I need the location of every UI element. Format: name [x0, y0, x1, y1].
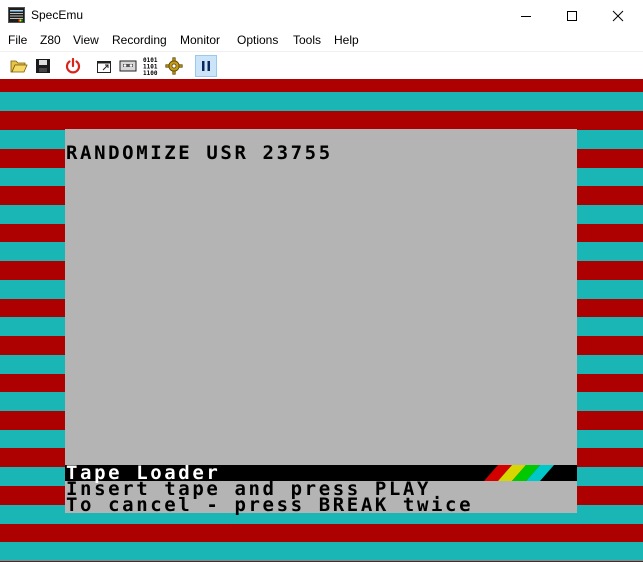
save-button[interactable] [32, 55, 54, 77]
app-icon [8, 7, 25, 23]
menu-options[interactable]: Options [237, 33, 278, 47]
power-icon [65, 57, 81, 74]
toolbar: 0101 1101 1100 [0, 51, 643, 80]
emulator-screen[interactable]: RANDOMIZE USR 23755 Tape Loader Insert t… [0, 79, 643, 562]
resize-window-icon [97, 61, 111, 73]
menu-view[interactable]: View [73, 33, 99, 47]
title-bar: SpecEmu [0, 0, 643, 31]
tape-button[interactable] [117, 55, 139, 77]
pause-icon [202, 61, 210, 71]
border-stripe [0, 111, 643, 130]
menu-z80[interactable]: Z80 [40, 33, 61, 47]
screen-paper [65, 129, 577, 513]
cancel-message: To cancel - press BREAK twice [66, 494, 474, 516]
minimize-icon [521, 15, 531, 17]
pause-button[interactable] [195, 55, 217, 77]
border-stripe [0, 79, 643, 92]
close-button[interactable] [595, 0, 641, 31]
settings-button[interactable] [163, 55, 185, 77]
command-line: RANDOMIZE USR 23755 [66, 142, 333, 164]
power-button[interactable] [62, 55, 84, 77]
menu-file[interactable]: File [8, 33, 27, 47]
menu-monitor[interactable]: Monitor [180, 33, 220, 47]
menu-tools[interactable]: Tools [293, 33, 321, 47]
minimize-button[interactable] [503, 0, 549, 31]
save-icon [36, 59, 50, 73]
resize-button[interactable] [93, 55, 115, 77]
tape-icon [119, 60, 137, 72]
maximize-button[interactable] [549, 0, 595, 31]
border-stripe [0, 542, 643, 561]
binary-button[interactable]: 0101 1101 1100 [141, 55, 163, 77]
spectrum-rainbow [484, 465, 554, 481]
open-button[interactable] [8, 55, 30, 77]
window-title: SpecEmu [31, 8, 84, 22]
svg-text:1100: 1100 [143, 70, 158, 76]
binary-icon: 0101 1101 1100 [143, 57, 158, 76]
close-icon [612, 10, 624, 21]
border-stripe [0, 524, 643, 542]
open-folder-icon [10, 60, 28, 73]
menu-bar: File Z80 View Recording Monitor Options … [0, 31, 643, 51]
border-stripe [0, 92, 643, 111]
menu-help[interactable]: Help [334, 33, 359, 47]
maximize-icon [567, 10, 577, 21]
menu-recording[interactable]: Recording [112, 33, 167, 47]
settings-gear-icon [165, 57, 183, 75]
